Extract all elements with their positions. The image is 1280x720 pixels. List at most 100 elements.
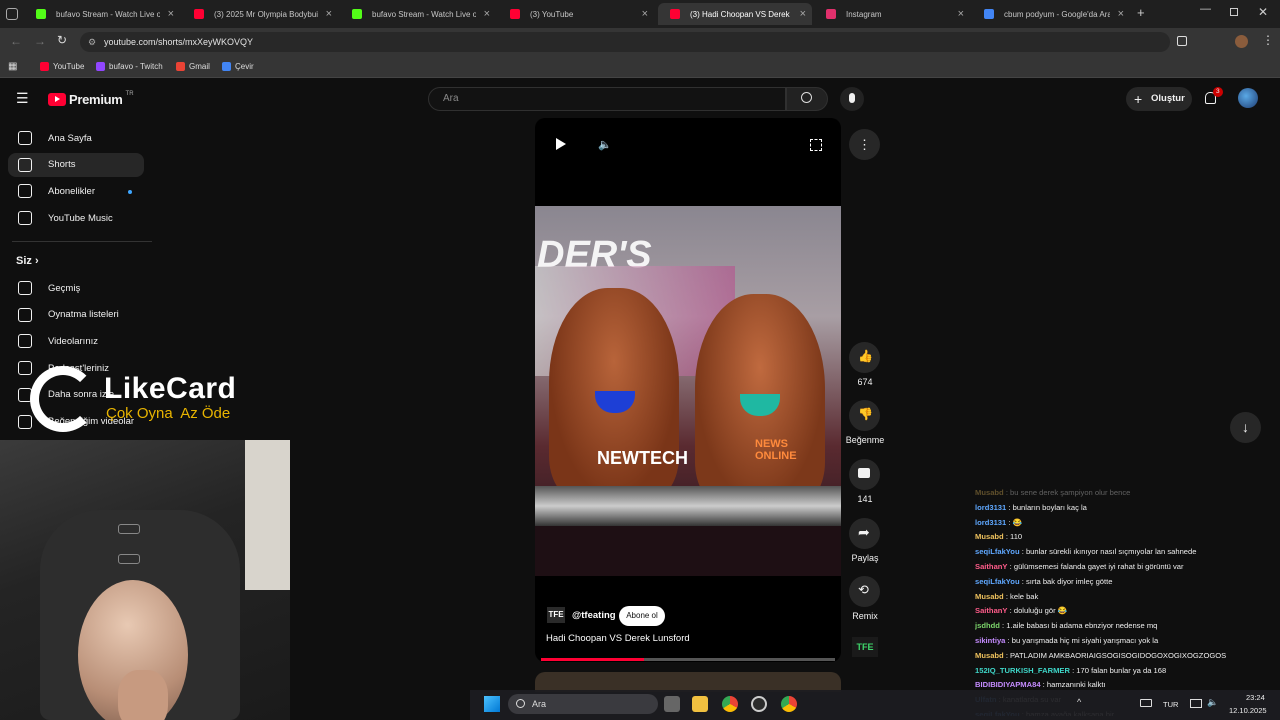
restore-button[interactable] xyxy=(1230,8,1238,16)
language-indicator[interactable]: TUR xyxy=(1163,700,1178,709)
search-button[interactable] xyxy=(786,87,828,111)
new-tab-button[interactable]: + xyxy=(1137,5,1145,20)
clock-time[interactable]: 23:24 xyxy=(1246,693,1265,702)
podcast-icon xyxy=(18,361,32,376)
keyboard-icon[interactable] xyxy=(1140,699,1152,707)
progress-track[interactable] xyxy=(541,658,835,661)
next-short-button[interactable]: ↓ xyxy=(1230,412,1261,443)
task-view-icon[interactable] xyxy=(664,696,680,712)
chat-message: Musabd : PATLADIM AMKBAORIAIGSOGISOGIDOG… xyxy=(975,649,1275,664)
browser-tab[interactable]: (3) 2025 Mr Olympia Bodybuild × xyxy=(182,3,338,25)
bookmark-label: YouTube xyxy=(53,62,85,71)
apps-grid-icon[interactable]: ▦ xyxy=(8,61,17,72)
menu-icon[interactable]: ⋮ xyxy=(1262,33,1274,47)
sidebar-item-label: Abonelikler xyxy=(48,185,95,197)
voice-search-button[interactable] xyxy=(840,87,864,111)
browser-tab[interactable]: Instagram × xyxy=(814,3,970,25)
chrome-active-icon[interactable] xyxy=(781,696,797,712)
close-tab-icon[interactable]: × xyxy=(484,8,490,20)
chrome-icon[interactable] xyxy=(722,696,738,712)
more-options-button[interactable]: ⋮ xyxy=(849,129,880,160)
taskbar-search[interactable]: Ara xyxy=(508,694,658,714)
account-avatar[interactable] xyxy=(1238,88,1258,108)
close-tab-icon[interactable]: × xyxy=(958,8,964,20)
channel-avatar[interactable]: TFE xyxy=(547,607,565,623)
obs-icon[interactable] xyxy=(751,696,767,712)
back-button[interactable]: ← xyxy=(10,34,22,48)
windows-start-icon[interactable] xyxy=(484,696,500,712)
reload-button[interactable]: ↻ xyxy=(57,33,67,47)
browser-tab[interactable]: (3) YouTube × xyxy=(498,3,654,25)
notifications-button[interactable]: 3 xyxy=(1203,87,1223,106)
tab-title: Instagram xyxy=(846,9,882,19)
bookmark-item[interactable]: Çevir xyxy=(222,62,254,71)
bookmark-item[interactable]: Gmail xyxy=(176,62,210,71)
tab-title: (3) 2025 Mr Olympia Bodybuild xyxy=(214,9,318,19)
short-title[interactable]: Hadi Choopan VS Derek Lunsford xyxy=(546,633,690,644)
plus-icon: + xyxy=(1134,91,1143,107)
close-window-button[interactable]: ✕ xyxy=(1258,5,1268,19)
extensions-icon[interactable] xyxy=(1177,36,1187,46)
hamburger-menu-icon[interactable]: ☰ xyxy=(16,90,29,107)
speaker-icon[interactable]: 🔈 xyxy=(1207,697,1218,708)
clock-date[interactable]: 12.10.2025 xyxy=(1229,706,1267,715)
browser-tab[interactable]: bufavo Stream - Watch Live on × xyxy=(24,3,180,25)
network-icon[interactable] xyxy=(1190,699,1202,708)
chat-text: 170 falan bunlar ya da 168 xyxy=(1076,665,1167,675)
tray-chevron-icon[interactable]: ^ xyxy=(1077,697,1081,707)
comments-button[interactable] xyxy=(849,459,880,490)
file-explorer-icon[interactable] xyxy=(692,696,708,712)
sidebar-item[interactable]: Ana Sayfa xyxy=(8,126,144,150)
close-tab-icon[interactable]: × xyxy=(642,8,648,20)
url-bar[interactable]: ⚙ youtube.com/shorts/mxXeyWKOVQY xyxy=(80,32,1170,52)
tab-search-icon[interactable] xyxy=(6,8,18,20)
minimize-button[interactable]: — xyxy=(1200,3,1211,15)
subscribe-button[interactable]: Abone ol xyxy=(619,606,665,626)
dislike-button[interactable]: 👎 xyxy=(849,400,880,431)
chat-message: SaithanY : doluluğu gör 😂 xyxy=(975,604,1275,619)
chat-message: Musabd : kele bak xyxy=(975,590,1275,605)
browser-tab[interactable]: cbum podyum - Google'da Ara × xyxy=(972,3,1130,25)
sidebar-item[interactable]: YouTube Music xyxy=(8,206,144,230)
chat-message: 152IQ_TURKISH_FARMER : 170 falan bunlar … xyxy=(975,664,1275,679)
site-info-icon[interactable]: ⚙ xyxy=(88,32,96,52)
fullscreen-icon[interactable] xyxy=(810,139,822,151)
google-icon xyxy=(984,9,994,19)
close-tab-icon[interactable]: × xyxy=(1118,8,1124,20)
sidebar-item[interactable]: Abonelikler xyxy=(8,179,144,203)
share-button[interactable]: ➦ xyxy=(849,518,880,549)
create-button[interactable]: + Oluştur xyxy=(1126,87,1192,111)
bookmark-label: bufavo - Twitch xyxy=(109,62,163,71)
browser-tab[interactable]: bufavo Stream - Watch Live on × xyxy=(340,3,496,25)
bookmark-item[interactable]: YouTube xyxy=(40,62,84,71)
chat-username: seqiLfakYou xyxy=(975,547,1020,557)
browser-tab[interactable]: (3) Hadi Choopan VS Derek Lun × xyxy=(658,3,812,25)
youtube-logo[interactable]: Premium TR xyxy=(48,91,134,107)
remix-button[interactable]: ⟲ xyxy=(849,576,880,607)
chat-text: sırta bak diyor imleç götte xyxy=(1025,576,1113,586)
close-tab-icon[interactable]: × xyxy=(326,8,332,20)
like-button[interactable]: 👍 xyxy=(849,342,880,373)
forward-button[interactable]: → xyxy=(34,34,46,48)
bookmark-item[interactable]: bufavo - Twitch xyxy=(96,62,163,71)
profile-avatar[interactable] xyxy=(1235,35,1248,48)
close-tab-icon[interactable]: × xyxy=(168,8,174,20)
search-input[interactable]: Ara xyxy=(428,87,786,111)
you-section-header[interactable]: Siz › xyxy=(16,255,39,267)
chat-message: Musabd : bu sene derek şampiyon olur ben… xyxy=(975,486,1275,501)
close-tab-icon[interactable]: × xyxy=(800,8,806,20)
play-button[interactable] xyxy=(556,138,566,150)
remix-label: Remix xyxy=(852,611,878,621)
chair-logo-mark xyxy=(118,524,140,534)
sidebar-item[interactable]: Oynatma listeleri xyxy=(8,303,144,327)
chat-message: sikintiya : bu yarışmada hiç mi siyahi y… xyxy=(975,634,1275,649)
channel-name[interactable]: @tfeating xyxy=(572,610,616,621)
stage-floor xyxy=(535,486,841,526)
chat-message: jsdhdd : 1.aile babası bi adama ebnziyor… xyxy=(975,619,1275,634)
sidebar-item[interactable]: Geçmiş xyxy=(8,276,144,300)
volume-icon[interactable]: 🔈 xyxy=(598,138,612,151)
sidebar-item-label: Geçmiş xyxy=(48,282,81,294)
sidebar-item[interactable]: Videolarınız xyxy=(8,329,144,353)
sidebar-item[interactable]: Shorts xyxy=(8,152,144,177)
sound-source-thumbnail[interactable]: TFE xyxy=(852,637,878,657)
